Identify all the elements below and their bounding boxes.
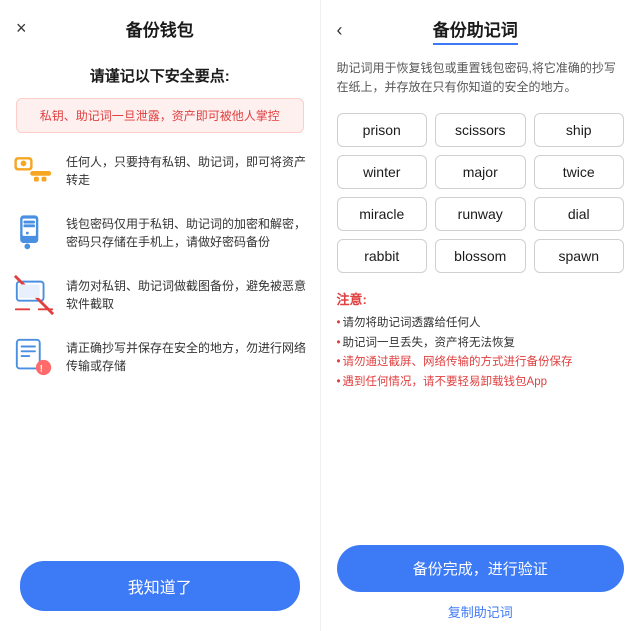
notes-title: 注意: xyxy=(337,289,625,308)
save-icon: ! xyxy=(12,335,56,379)
security-text-3: 请勿对私钥、助记词做截图备份，避免被恶意软件截取 xyxy=(66,273,308,313)
right-bottom: 备份完成，进行验证 复制助记词 xyxy=(321,537,640,631)
key-icon xyxy=(12,149,56,193)
left-panel: × 备份钱包 请谨记以下安全要点: 私钥、助记词一旦泄露，资产即可被他人掌控 xyxy=(0,0,320,631)
right-panel: ‹ 备份助记词 助记词用于恢复钱包或重置钱包密码,将它准确的抄写在纸上，并存放在… xyxy=(321,0,640,631)
note-item-4: 遇到任何情况，请不要轻易卸载钱包App xyxy=(337,373,625,393)
word-chip-4: winter xyxy=(337,155,428,189)
word-chip-12: spawn xyxy=(534,239,625,273)
security-item-1: 任何人，只要持有私钥、助记词，即可将资产转走 xyxy=(12,149,308,193)
word-chip-11: blossom xyxy=(435,239,526,273)
backup-verify-button[interactable]: 备份完成，进行验证 xyxy=(337,545,625,592)
copy-mnemonic-link[interactable]: 复制助记词 xyxy=(337,602,625,625)
back-icon[interactable]: ‹ xyxy=(337,20,343,41)
note-item-3: 请勿通过截屏、网络传输的方式进行备份保存 xyxy=(337,353,625,373)
know-button[interactable]: 我知道了 xyxy=(20,561,300,611)
security-item-3: 请勿对私钥、助记词做截图备份，避免被恶意软件截取 xyxy=(12,273,308,317)
warning-banner: 私钥、助记词一旦泄露，资产即可被他人掌控 xyxy=(16,98,304,133)
word-chip-1: prison xyxy=(337,113,428,147)
word-chip-7: miracle xyxy=(337,197,428,231)
svg-text:!: ! xyxy=(40,363,43,374)
word-chip-8: runway xyxy=(435,197,526,231)
right-title-container: 备份助记词 xyxy=(351,16,601,45)
word-chip-6: twice xyxy=(534,155,625,189)
close-icon[interactable]: × xyxy=(16,18,27,39)
security-text-2: 钱包密码仅用于私钥、助记词的加密和解密，密码只存储在手机上，请做好密码备份 xyxy=(66,211,308,251)
word-chip-10: rabbit xyxy=(337,239,428,273)
security-item-4: ! 请正确抄写并保存在安全的地方，勿进行网络传输或存储 xyxy=(12,335,308,379)
left-title: 备份钱包 xyxy=(126,16,194,41)
security-text-4: 请正确抄写并保存在安全的地方，勿进行网络传输或存储 xyxy=(66,335,308,375)
right-title: 备份助记词 xyxy=(433,16,518,45)
no-screenshot-icon xyxy=(12,273,56,317)
word-chip-2: scissors xyxy=(435,113,526,147)
phone-lock-icon xyxy=(12,211,56,255)
word-grid: prisonscissorsship wintermajortwice miracl… xyxy=(321,109,640,285)
word-chip-5: major xyxy=(435,155,526,189)
word-chip-9: dial xyxy=(534,197,625,231)
note-item-1: 请勿将助记词透露给任何人 xyxy=(337,314,625,334)
notes-section: 注意: 请勿将助记词透露给任何人助记词一旦丢失，资产将无法恢复请勿通过截屏、网络… xyxy=(321,285,640,404)
right-description: 助记词用于恢复钱包或重置钱包密码,将它准确的抄写在纸上，并存放在只有你知道的安全… xyxy=(321,53,640,109)
left-header: × 备份钱包 xyxy=(0,0,320,57)
word-chip-3: ship xyxy=(534,113,625,147)
security-items: 任何人，只要持有私钥、助记词，即可将资产转走 钱包密码仅用于私钥、助记词的加密 xyxy=(0,149,320,549)
left-subtitle: 请谨记以下安全要点: xyxy=(0,57,320,98)
left-bottom: 我知道了 xyxy=(0,549,320,631)
right-header: ‹ 备份助记词 xyxy=(321,0,640,53)
security-item-2: 钱包密码仅用于私钥、助记词的加密和解密，密码只存储在手机上，请做好密码备份 xyxy=(12,211,308,255)
note-item-2: 助记词一旦丢失，资产将无法恢复 xyxy=(337,334,625,354)
security-text-1: 任何人，只要持有私钥、助记词，即可将资产转走 xyxy=(66,149,308,189)
